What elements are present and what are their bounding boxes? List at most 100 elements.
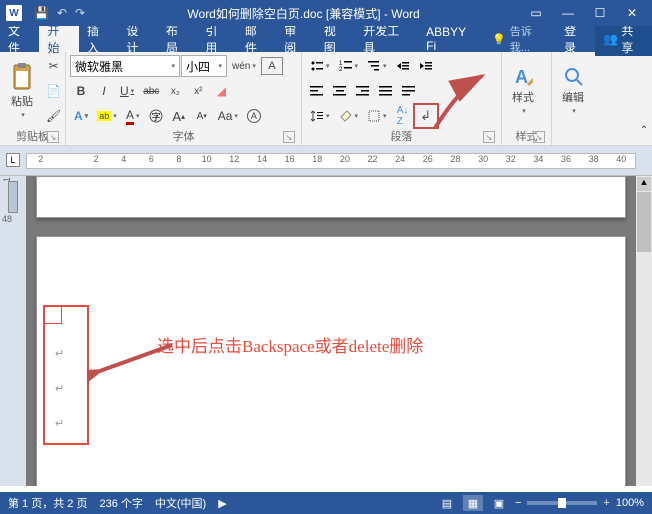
tab-developer[interactable]: 开发工具 [355, 26, 418, 52]
zoom-level[interactable]: 100% [616, 497, 644, 509]
paste-button[interactable]: 粘贴 ▾ [4, 55, 40, 127]
tab-selector-button[interactable]: L [6, 153, 20, 167]
copy-button[interactable]: 📄 [42, 80, 65, 102]
editing-button[interactable]: 编辑▾ [556, 55, 590, 127]
page-2[interactable]: ↵ ↵ ↵ 选中后点击Backspace或者delete删除 [36, 236, 626, 486]
close-button[interactable]: ✕ [618, 3, 646, 23]
font-size-combo[interactable]: 小四▾ [181, 55, 227, 77]
align-left-button[interactable] [306, 80, 328, 102]
sort-button[interactable]: A↓Z [392, 105, 414, 127]
borders-button[interactable]: ▾ [363, 105, 391, 127]
group-label-clipboard: 剪贴板 [16, 128, 49, 144]
tab-abbyy[interactable]: ABBYY Fi [418, 26, 486, 52]
zoom-slider[interactable] [527, 501, 597, 505]
svg-text:字: 字 [151, 111, 160, 122]
status-page[interactable]: 第 1 页，共 2 页 [8, 495, 87, 511]
align-center-button[interactable] [329, 80, 351, 102]
char-border-button[interactable]: A [261, 57, 283, 75]
superscript-button[interactable]: x² [187, 80, 209, 102]
tab-design[interactable]: 设计 [118, 26, 157, 52]
line-spacing-button[interactable]: ▾ [306, 105, 334, 127]
subscript-button[interactable]: x₂ [164, 80, 186, 102]
page-1[interactable] [36, 176, 626, 218]
qat-undo-icon[interactable]: ↶ [57, 6, 67, 20]
lightbulb-icon: 💡 [492, 33, 506, 46]
group-label-paragraph: 段落 [391, 128, 413, 144]
vertical-ruler[interactable]: 1 48 [0, 176, 26, 486]
vertical-scrollbar[interactable]: ▲ [636, 176, 652, 486]
show-hide-marks-button[interactable]: ↲ [415, 105, 437, 127]
phonetic-guide-button[interactable]: wén▾ [228, 55, 260, 77]
font-launcher-icon[interactable]: ↘ [283, 131, 295, 143]
tell-me-search[interactable]: 💡告诉我... [486, 23, 556, 55]
tab-file[interactable]: 文件 [0, 26, 39, 52]
styles-button[interactable]: A 样式▾ [506, 55, 540, 127]
horizontal-ruler[interactable]: 2246810121416182022242628303234363840 [26, 153, 636, 169]
tab-mailings[interactable]: 邮件 [237, 26, 276, 52]
shading-button[interactable]: ▾ [335, 105, 363, 127]
clipboard-launcher-icon[interactable]: ↘ [47, 131, 59, 143]
status-macro-icon[interactable]: ▶ [218, 497, 226, 510]
paragraph-mark: ↵ [55, 347, 64, 360]
styles-icon: A [513, 67, 533, 87]
align-right-button[interactable] [352, 80, 374, 102]
group-label-editing [556, 127, 632, 145]
shrink-font-button[interactable]: A▾ [191, 105, 213, 127]
char-shading-button[interactable]: 字 [145, 105, 167, 127]
view-print-button[interactable]: ▦ [463, 495, 483, 511]
share-icon: 👥 [603, 32, 618, 46]
minimize-button[interactable]: ― [554, 3, 582, 23]
tab-insert[interactable]: 插入 [79, 26, 118, 52]
zoom-in-button[interactable]: + [603, 497, 609, 509]
change-case-button[interactable]: Aa▾ [214, 105, 242, 127]
signin-link[interactable]: 登录 [556, 22, 595, 56]
enclose-char-button[interactable]: A [243, 105, 265, 127]
view-web-button[interactable]: ▣ [489, 495, 509, 511]
font-family-combo[interactable]: 微软雅黑▾ [70, 55, 180, 77]
bullets-button[interactable]: ▾ [306, 55, 334, 77]
increase-indent-button[interactable] [415, 55, 437, 77]
tab-home[interactable]: 开始 [39, 26, 78, 52]
tab-layout[interactable]: 布局 [158, 26, 197, 52]
distributed-button[interactable] [398, 80, 420, 102]
grow-font-button[interactable]: A▴ [168, 105, 190, 127]
justify-button[interactable] [375, 80, 397, 102]
tab-references[interactable]: 引用 [197, 26, 236, 52]
font-color-button[interactable]: A▾ [122, 105, 144, 127]
qat-redo-icon[interactable]: ↷ [75, 6, 85, 20]
paragraph-launcher-icon[interactable]: ↘ [483, 131, 495, 143]
tab-review[interactable]: 审阅 [276, 26, 315, 52]
cut-button[interactable]: ✂ [42, 55, 65, 77]
bold-button[interactable]: B [70, 80, 92, 102]
text-effects-button[interactable]: A▾ [70, 105, 92, 127]
numbering-button[interactable]: 12▾ [335, 55, 363, 77]
ribbon-options-icon[interactable]: ▭ [522, 3, 550, 23]
title-bar: W 💾 ↶ ↷ Word如何删除空白页.doc [兼容模式] - Word ▭ … [0, 0, 652, 26]
paragraph-mark: ↵ [55, 382, 64, 395]
status-words[interactable]: 236 个字 [99, 495, 142, 511]
format-painter-button[interactable]: 🖌 [42, 105, 65, 127]
multilevel-button[interactable]: ▾ [363, 55, 391, 77]
view-read-button[interactable]: ▤ [437, 495, 457, 511]
share-button[interactable]: 👥共享 [595, 22, 652, 56]
qat-save-icon[interactable]: 💾 [34, 6, 49, 20]
styles-launcher-icon[interactable]: ↘ [533, 131, 545, 143]
highlight-button[interactable]: ab▾ [93, 105, 121, 127]
decrease-indent-button[interactable] [392, 55, 414, 77]
eraser-icon: ◢ [217, 84, 226, 98]
ribbon: 粘贴 ▾ ✂ 📄 🖌 剪贴板↘ 微软雅黑▾ 小四▾ wén▾ A B I U▾ [0, 52, 652, 146]
tab-view[interactable]: 视图 [316, 26, 355, 52]
document-area[interactable]: 1 48 ▲ ↵ ↵ ↵ 选中后点击Backspace或者delete删除 [0, 176, 652, 486]
ribbon-tabs: 文件 开始 插入 设计 布局 引用 邮件 审阅 视图 开发工具 ABBYY Fi… [0, 26, 652, 52]
clear-format-button[interactable]: ◢ [210, 80, 232, 102]
clipboard-icon [10, 63, 34, 91]
status-language[interactable]: 中文(中国) [155, 495, 206, 511]
zoom-out-button[interactable]: − [515, 497, 521, 509]
underline-button[interactable]: U▾ [116, 80, 138, 102]
brush-icon: 🖌 [46, 109, 61, 123]
strike-button[interactable]: abc [139, 80, 163, 102]
italic-button[interactable]: I [93, 80, 115, 102]
collapse-ribbon-button[interactable]: ⌃ [633, 119, 652, 141]
annotation-text: 选中后点击Backspace或者delete删除 [157, 332, 423, 357]
maximize-button[interactable]: ☐ [586, 3, 614, 23]
